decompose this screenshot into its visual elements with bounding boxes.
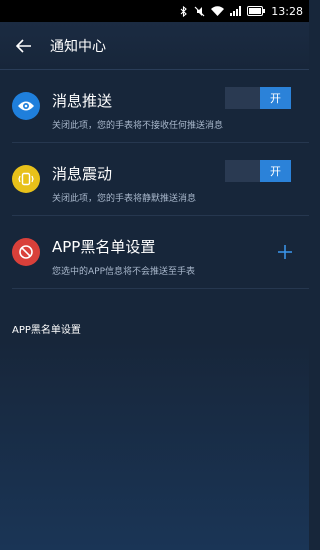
battery-icon xyxy=(247,6,266,16)
setting-description: 您选中的APP信息将不会推送至手表 xyxy=(52,267,196,277)
vibrate-toggle[interactable]: 开 xyxy=(225,160,291,182)
blacklist-content-area xyxy=(0,340,309,550)
block-icon xyxy=(12,238,40,266)
page-title: 通知中心 xyxy=(50,38,106,55)
add-blacklist-button[interactable] xyxy=(277,244,293,260)
back-button[interactable] xyxy=(14,36,34,56)
bluetooth-icon xyxy=(180,5,188,17)
vibrate-icon xyxy=(12,165,40,193)
setting-title: 消息震动 xyxy=(52,165,113,183)
setting-row-push: 消息推送 关闭此项，您的手表将不接收任何推送消息 开 xyxy=(12,70,309,143)
status-bar: 13:28 xyxy=(0,0,309,22)
clock-text: 13:28 xyxy=(271,4,303,18)
arrow-left-icon xyxy=(16,38,31,53)
setting-row-blacklist[interactable]: APP黑名单设置 您选中的APP信息将不会推送至手表 xyxy=(12,216,309,289)
setting-title: 消息推送 xyxy=(52,92,113,110)
setting-description: 关闭此项，您的手表将不接收任何推送消息 xyxy=(52,121,224,131)
eye-icon xyxy=(12,92,40,120)
setting-row-vibrate: 消息震动 关闭此项，您的手表将静默推送消息 开 xyxy=(12,143,309,216)
blacklist-section-header: APP黑名单设置 xyxy=(0,317,309,341)
toggle-knob: 开 xyxy=(260,160,291,182)
wifi-icon xyxy=(211,6,225,16)
app-bar: 通知中心 xyxy=(0,22,309,70)
toggle-knob: 开 xyxy=(260,87,291,109)
setting-title: APP黑名单设置 xyxy=(52,238,156,256)
mute-icon xyxy=(194,6,205,17)
push-toggle[interactable]: 开 xyxy=(225,87,291,109)
plus-icon xyxy=(278,245,292,259)
signal-icon xyxy=(230,6,242,16)
setting-description: 关闭此项，您的手表将静默推送消息 xyxy=(52,194,197,204)
